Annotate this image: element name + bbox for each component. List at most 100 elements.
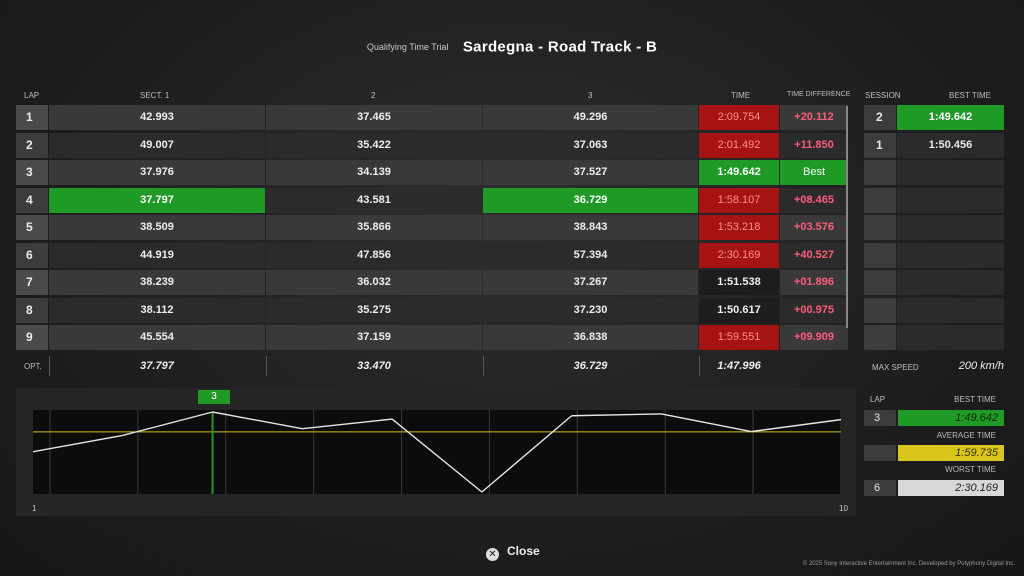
sector3-time: 37.527 (483, 160, 698, 185)
session-number: 2 (864, 105, 896, 130)
lap-row[interactable]: 1 42.993 37.465 49.296 2:09.754 +20.112 (16, 104, 848, 132)
lap-time-chart (32, 410, 842, 494)
lap-row[interactable]: 4 37.797 43.581 36.729 1:58.107 +08.465 (16, 187, 848, 215)
lap-row[interactable]: 9 45.554 37.159 36.838 1:59.551 +09.909 (16, 324, 848, 352)
lap-number: 2 (16, 132, 48, 158)
sector2-time: 35.275 (266, 297, 482, 323)
sector1-time: 44.919 (49, 242, 265, 268)
event-type: Qualifying Time Trial (366, 41, 449, 52)
optimal-sector3: 36.729 (573, 360, 608, 372)
lap-number: 7 (16, 270, 48, 295)
lap-time-segment (32, 434, 123, 453)
lap-row[interactable]: 8 38.112 35.275 37.230 1:50.617 +00.975 (16, 297, 848, 325)
sector3-time: 38.843 (483, 215, 698, 240)
graph-x-end-label: 10 (839, 504, 848, 513)
lap-number: 4 (16, 187, 48, 213)
session-row-empty (864, 297, 1004, 325)
lap-row[interactable]: 3 37.976 34.139 37.527 1:49.642 Best (16, 159, 848, 187)
sector2-time: 37.159 (266, 325, 482, 350)
page-header: Qualifying Time Trial Sardegna - Road Tr… (0, 38, 1024, 56)
optimal-time: 1:47.996 (717, 360, 761, 372)
sector1-best-time: 37.797 (49, 187, 265, 213)
lap-time-graph (16, 388, 856, 516)
session-number: 1 (864, 132, 896, 158)
col-lap: LAP (24, 91, 40, 100)
optimal-sector2: 33.470 (357, 360, 391, 372)
lap-number: 9 (16, 325, 48, 350)
sector1-time: 38.112 (49, 297, 265, 323)
col-session: SESSION (865, 91, 901, 100)
lap-row[interactable]: 7 38.239 36.032 37.267 1:51.538 +01.896 (16, 269, 848, 297)
optimal-row: OPT. 37.797 33.470 36.729 1:47.996 (16, 354, 848, 378)
selected-lap-marker[interactable]: 3 (198, 390, 230, 404)
session-row-empty (864, 187, 1004, 215)
col-time-difference: TIME DIFFERENCE (787, 91, 851, 98)
lap-table-scrollbar[interactable] (846, 106, 848, 328)
time-difference: +11.850 (780, 132, 848, 158)
col-time: TIME (731, 91, 751, 100)
lap-time-segment (751, 418, 842, 433)
lap-number: 5 (16, 215, 48, 240)
time-difference: +09.909 (780, 325, 848, 350)
sector2-time: 35.422 (266, 132, 482, 158)
legend-worst-lap: 6 (864, 480, 896, 496)
session-row[interactable]: 2 1:49.642 (864, 104, 1004, 132)
lap-time: 1:51.538 (699, 270, 779, 295)
graph-x-start-label: 1 (32, 504, 37, 513)
lap-number: 8 (16, 297, 48, 323)
session-best-time: 1:49.642 (897, 105, 1004, 130)
lap-number: 3 (16, 160, 48, 185)
close-button[interactable]: ✕ Close (486, 544, 540, 561)
sector3-time: 57.394 (483, 242, 698, 268)
time-difference: +08.465 (780, 187, 848, 213)
lap-time: 2:01.492 (699, 132, 779, 158)
best-badge: Best (780, 160, 848, 185)
sector2-time: 37.465 (266, 105, 482, 130)
legend-average-label: AVERAGE TIME (936, 431, 996, 440)
lap-row[interactable]: 5 38.509 35.866 38.843 1:53.218 +03.576 (16, 214, 848, 242)
lap-time: 2:09.754 (699, 105, 779, 130)
max-speed-value: 200 km/h (958, 360, 1004, 372)
session-row-empty (864, 324, 1004, 352)
sector1-time: 49.007 (49, 132, 265, 158)
session-row-empty (864, 159, 1004, 187)
lap-number: 6 (16, 242, 48, 268)
session-best-time: 1:50.456 (897, 132, 1004, 158)
col-sect1: SECT. 1 (140, 91, 170, 100)
lap-time: 1:59.551 (699, 325, 779, 350)
sector1-time: 37.976 (49, 160, 265, 185)
sector2-time: 47.856 (266, 242, 482, 268)
close-label: Close (507, 544, 540, 558)
sector1-time: 38.239 (49, 270, 265, 295)
time-difference: +00.975 (780, 297, 848, 323)
sector2-time: 36.032 (266, 270, 482, 295)
lap-time: 1:58.107 (699, 187, 779, 213)
time-difference: +40.527 (780, 242, 848, 268)
lap-time-best: 1:49.642 (699, 160, 779, 185)
legend-lap-label: LAP (870, 395, 886, 404)
optimal-sector1: 37.797 (140, 360, 174, 372)
sector3-time: 37.267 (483, 270, 698, 295)
sector2-time: 43.581 (266, 187, 482, 213)
lap-time-segment (481, 415, 573, 493)
session-row-empty (864, 242, 1004, 270)
max-speed-label: MAX SPEED (872, 363, 919, 372)
lap-time-segment (571, 413, 662, 417)
session-row[interactable]: 1 1:50.456 (864, 132, 1004, 160)
legend-best-value: 1:49.642 (898, 410, 1004, 426)
sector3-time: 37.230 (483, 297, 698, 323)
sector2-time: 34.139 (266, 160, 482, 185)
legend-average-lap-empty (864, 445, 896, 461)
optimal-label: OPT. (24, 362, 42, 371)
sector2-time: 35.866 (266, 215, 482, 240)
lap-time-segment (661, 413, 752, 433)
legend-best-lap: 3 (864, 410, 896, 426)
sector1-time: 38.509 (49, 215, 265, 240)
circle-x-icon: ✕ (486, 548, 499, 561)
sector3-best-time: 36.729 (483, 187, 698, 213)
lap-time: 2:30.169 (699, 242, 779, 268)
graph-plot-area (32, 410, 842, 494)
session-row-empty (864, 214, 1004, 242)
lap-row[interactable]: 2 49.007 35.422 37.063 2:01.492 +11.850 (16, 132, 848, 160)
lap-row[interactable]: 6 44.919 47.856 57.394 2:30.169 +40.527 (16, 242, 848, 270)
